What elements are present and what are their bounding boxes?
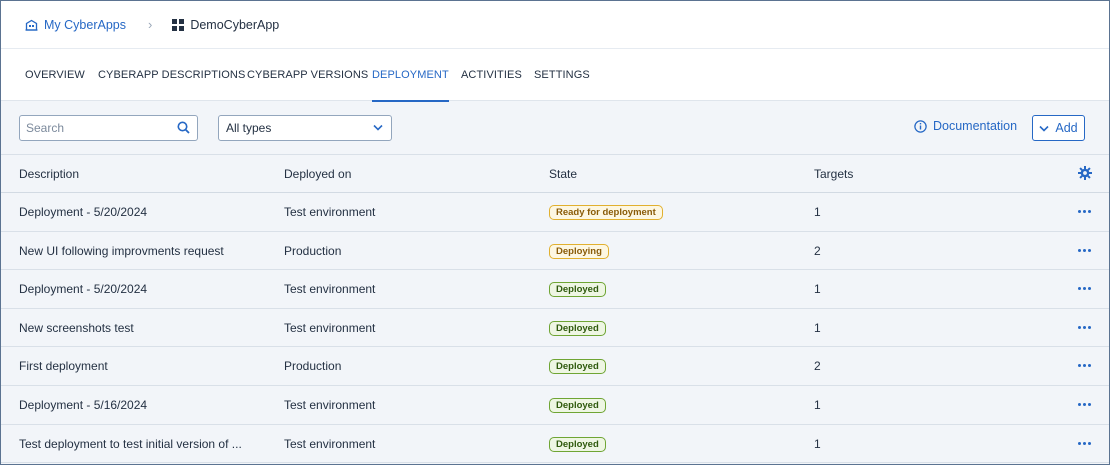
cell-deployed-on: Test environment — [284, 397, 376, 412]
cell-description: Test deployment to test initial version … — [19, 436, 242, 451]
cell-description: New screenshots test — [19, 320, 134, 335]
type-filter-value: All types — [226, 121, 272, 135]
search-icon[interactable] — [177, 121, 190, 134]
tab-cyberapp-versions[interactable]: CYBERAPP VERSIONS — [247, 49, 368, 101]
add-label: Add — [1055, 121, 1078, 135]
cell-targets: 1 — [814, 397, 821, 412]
cell-description: New UI following improvments request — [19, 243, 224, 258]
more-actions-icon[interactable] — [1078, 364, 1091, 368]
chevron-down-icon — [1039, 125, 1049, 132]
more-actions-icon[interactable] — [1078, 325, 1091, 329]
search-box — [19, 115, 198, 141]
search-input[interactable] — [20, 116, 170, 140]
cell-description: Deployment - 5/20/2024 — [19, 205, 148, 219]
tab-bar: OVERVIEW CYBERAPP DESCRIPTIONS CYBERAPP … — [1, 49, 1109, 102]
building-icon — [25, 19, 38, 31]
tab-cyberapp-descriptions[interactable]: CYBERAPP DESCRIPTIONS — [98, 49, 245, 101]
table-row[interactable]: New UI following improvments request Prod… — [1, 231, 1109, 271]
cell-targets: 1 — [814, 282, 821, 297]
tab-deployment[interactable]: DEPLOYMENT — [372, 49, 449, 102]
grid-icon — [172, 18, 185, 31]
tab-overview[interactable]: OVERVIEW — [25, 49, 85, 101]
more-actions-icon[interactable] — [1078, 210, 1091, 213]
breadcrumb: My CyberApps › DemoCyberApp — [1, 1, 1109, 49]
cell-targets: 2 — [814, 243, 821, 258]
toolbar: All types Documentation Add — [1, 102, 1109, 154]
breadcrumb-root-label: My CyberApps — [44, 17, 126, 32]
cell-deployed-on: Test environment — [284, 282, 376, 297]
breadcrumb-separator: › — [147, 17, 153, 32]
info-icon — [914, 119, 927, 133]
cell-targets: 1 — [814, 320, 821, 335]
deployments-table: Description Deployed on State Targets De… — [1, 154, 1109, 464]
cell-deployed-on: Test environment — [284, 320, 376, 335]
table-header: Description Deployed on State Targets — [1, 154, 1109, 193]
cell-targets: 1 — [814, 205, 821, 219]
table-row[interactable]: Deployment - 5/20/2024 Test environment Re… — [1, 193, 1109, 232]
tab-activities[interactable]: ACTIVITIES — [461, 49, 522, 101]
table-row[interactable]: Deployment - 5/20/2024 Test environment De… — [1, 270, 1109, 309]
table-row[interactable]: New screenshots test Test environment Depl… — [1, 308, 1109, 348]
status-badge: Deployed — [549, 282, 606, 298]
status-badge: Deployed — [549, 320, 606, 336]
more-actions-icon[interactable] — [1078, 441, 1091, 445]
cell-description: Deployment - 5/16/2024 — [19, 397, 148, 412]
more-actions-icon[interactable] — [1078, 248, 1091, 252]
cell-targets: 2 — [814, 359, 821, 374]
column-header-deployed-on[interactable]: Deployed on — [284, 155, 351, 193]
tab-settings[interactable]: SETTINGS — [534, 49, 590, 101]
status-badge: Deployed — [549, 436, 606, 452]
documentation-link[interactable]: Documentation — [914, 119, 1017, 133]
more-actions-icon[interactable] — [1078, 402, 1091, 406]
chevron-down-icon — [373, 124, 383, 131]
status-badge: Deployed — [549, 359, 606, 375]
cell-deployed-on: Test environment — [284, 436, 376, 451]
breadcrumb-current-label: DemoCyberApp — [190, 17, 280, 32]
cell-description: First deployment — [19, 359, 108, 374]
table-row[interactable]: Deployment - 5/16/2024 Test environment De… — [1, 385, 1109, 425]
status-badge: Ready for deployment — [549, 205, 663, 220]
table-row[interactable]: First deployment Production Deployed 2 — [1, 347, 1109, 386]
column-header-targets[interactable]: Targets — [814, 155, 853, 193]
table-body: Deployment - 5/20/2024 Test environment Re… — [1, 193, 1109, 464]
status-badge: Deployed — [549, 397, 606, 413]
status-badge: Deploying — [549, 243, 609, 259]
more-actions-icon[interactable] — [1078, 287, 1091, 291]
cell-deployed-on: Production — [284, 243, 342, 258]
type-filter-select[interactable]: All types — [218, 115, 392, 141]
breadcrumb-my-cyberapps[interactable]: My CyberApps — [25, 18, 126, 32]
cell-deployed-on: Production — [284, 359, 342, 374]
gear-icon[interactable] — [1078, 166, 1092, 183]
documentation-label: Documentation — [933, 119, 1018, 133]
cell-deployed-on: Test environment — [284, 205, 376, 219]
column-header-description[interactable]: Description — [19, 155, 79, 193]
app-window: My CyberApps › DemoCyberApp OVERVIEW CYB… — [0, 0, 1110, 465]
breadcrumb-current: DemoCyberApp — [172, 18, 279, 32]
table-row[interactable]: Test deployment to test initial version … — [1, 424, 1109, 464]
column-header-state[interactable]: State — [549, 155, 577, 193]
cell-targets: 1 — [814, 436, 821, 451]
add-button[interactable]: Add — [1032, 115, 1085, 141]
cell-description: Deployment - 5/20/2024 — [19, 282, 148, 297]
